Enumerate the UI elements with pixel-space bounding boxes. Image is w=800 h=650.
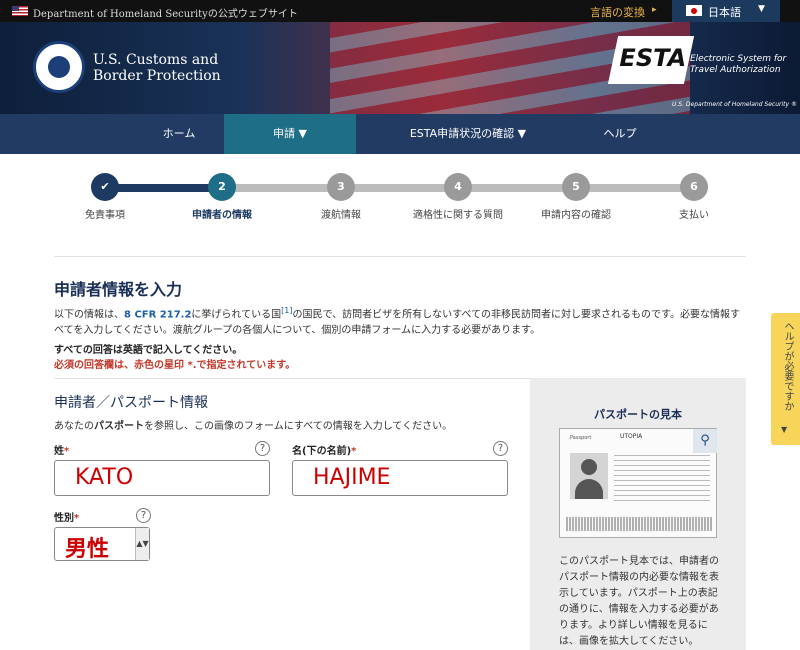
passport-mrz: [566, 517, 712, 531]
required-star: *: [351, 446, 357, 457]
esta-subtitle: Electronic System for Travel Authorizati…: [690, 54, 790, 76]
dhs-official-text: Department of Homeland Securityの公式ウェブサイト: [33, 9, 298, 20]
intro-text: 以下の情報は、8 CFR 217.2に挙げられている国[1]の国民で、訪問者ビザ…: [54, 303, 746, 339]
cbp-line2: Border Protection: [93, 68, 221, 84]
gender-select-value: 男性: [65, 537, 110, 562]
given-name-input[interactable]: HAJIME: [292, 460, 508, 496]
section-title: 申請者／パスポート情報: [54, 395, 208, 411]
chevron-down-icon: ▼: [781, 425, 788, 434]
esta-sub-line2: Travel Authorization: [690, 65, 781, 75]
dhs-seal-logo[interactable]: [33, 41, 85, 93]
surname-label-text: 姓: [54, 446, 64, 457]
footnote-link[interactable]: [1]: [281, 306, 292, 315]
step-3-circle: 3: [327, 173, 355, 201]
step-5-circle: 5: [562, 173, 590, 201]
given-name-label-text: 名(下の名前): [292, 446, 352, 457]
passport-sample-description: このパスポート見本では、申請者のパスポート情報の内必要な情報を表示しています。パ…: [559, 556, 719, 647]
page-title: 申請者情報を入力: [54, 280, 183, 299]
step-5-label: 申請内容の確認: [541, 210, 611, 221]
step-6-label: 支払い: [679, 210, 709, 221]
language-select-value: 日本語: [708, 6, 741, 19]
site-header: U.S. Customs and Border Protection ESTA …: [0, 22, 800, 114]
gender-label: 性別*: [54, 509, 79, 524]
given-name-label: 名(下の名前)*: [292, 442, 356, 457]
chevron-updown-icon: ▲▼: [135, 528, 149, 560]
passport-sample-title: パスポートの見本: [594, 408, 682, 421]
passport-label: Passport: [570, 435, 592, 441]
required-star: *: [64, 446, 70, 457]
required-star: *: [74, 513, 80, 524]
language-select[interactable]: 日本語 ▼: [672, 0, 780, 22]
main-nav: ホーム 申請 ▼ ESTA申請状況の確認 ▼ ヘルプ: [0, 114, 800, 154]
intro-mid: に挙げられている国: [191, 309, 282, 321]
step-6-circle: 6: [680, 173, 708, 201]
help-tab-label: ヘルプが必要ですか: [782, 321, 793, 411]
required-star-note: 必須の回答欄は、赤色の星印 *.で指定されています。: [54, 360, 296, 371]
esta-logo[interactable]: ESTA: [607, 36, 695, 84]
us-flag-icon: [12, 6, 28, 16]
english-requirement: すべての回答は英語で記入してください。: [54, 345, 243, 356]
section-desc-bold: パスポート: [94, 421, 144, 432]
help-side-tab[interactable]: ヘルプが必要ですか ▼: [771, 313, 800, 445]
surname-help-icon[interactable]: ?: [255, 441, 270, 456]
step-2-label: 申請者の情報: [192, 210, 252, 221]
cbp-line1: U.S. Customs and: [93, 52, 219, 68]
passport-sample-panel: パスポートの見本 Passport UTOPIA ⚲ このパスポート見本では、申…: [530, 378, 746, 650]
step-4-circle: 4: [444, 173, 472, 201]
gender-help-icon[interactable]: ?: [136, 508, 151, 523]
nav-home[interactable]: ホーム: [134, 114, 224, 154]
language-change-link[interactable]: 言語の変換: [590, 4, 645, 20]
progress-track-done: [104, 184, 222, 192]
japan-flag-icon: [686, 5, 702, 16]
caret-right-icon: ▸: [652, 5, 657, 15]
section-desc-post: を参照し、この画像のフォームにすべての情報を入力してください。: [144, 421, 453, 432]
section-description: あなたのパスポートを参照し、この画像のフォームにすべての情報を入力してください。: [54, 417, 452, 432]
step-4-label: 適格性に関する質問: [413, 210, 503, 221]
step-1-label: 免責事項: [85, 210, 125, 221]
gender-select[interactable]: 男性 ▲▼: [54, 527, 150, 562]
esta-logo-text: ESTA: [619, 44, 687, 72]
passport-data-lines: [614, 451, 710, 503]
given-name-help-icon[interactable]: ?: [493, 441, 508, 456]
chevron-down-icon: ▼: [758, 4, 765, 14]
step-3-label: 渡航情報: [321, 210, 361, 221]
section-desc-pre: あなたの: [54, 421, 94, 432]
passport-sample-image[interactable]: Passport UTOPIA ⚲: [559, 428, 717, 538]
progress-steps: ✔ 2 3 4 5 6 免責事項 申請者の情報 渡航情報 適格性に関する質問 申…: [0, 164, 800, 224]
surname-label: 姓*: [54, 442, 69, 457]
passport-photo: [570, 453, 608, 499]
step-1-circle: ✔: [91, 173, 119, 201]
nav-check-status[interactable]: ESTA申請状況の確認 ▼: [384, 114, 552, 154]
gender-label-text: 性別: [54, 513, 74, 524]
nav-apply[interactable]: 申請 ▼: [224, 114, 356, 154]
top-bar: Department of Homeland Securityの公式ウェブサイト…: [0, 0, 800, 22]
cbp-logo-text[interactable]: U.S. Customs and Border Protection: [93, 52, 221, 84]
nav-help[interactable]: ヘルプ: [574, 114, 666, 154]
cfr-link[interactable]: 8 CFR 217.2: [124, 309, 191, 320]
step-2-circle: 2: [208, 173, 236, 201]
passport-country: UTOPIA: [620, 433, 643, 440]
divider: [54, 256, 746, 257]
intro-pre: 以下の情報は、: [54, 309, 124, 321]
magnifier-icon[interactable]: ⚲: [693, 429, 717, 453]
esta-dept-text: U.S. Department of Homeland Security ®: [672, 101, 797, 108]
surname-input[interactable]: KATO: [54, 460, 270, 496]
esta-sub-line1: Electronic System for: [690, 54, 787, 64]
